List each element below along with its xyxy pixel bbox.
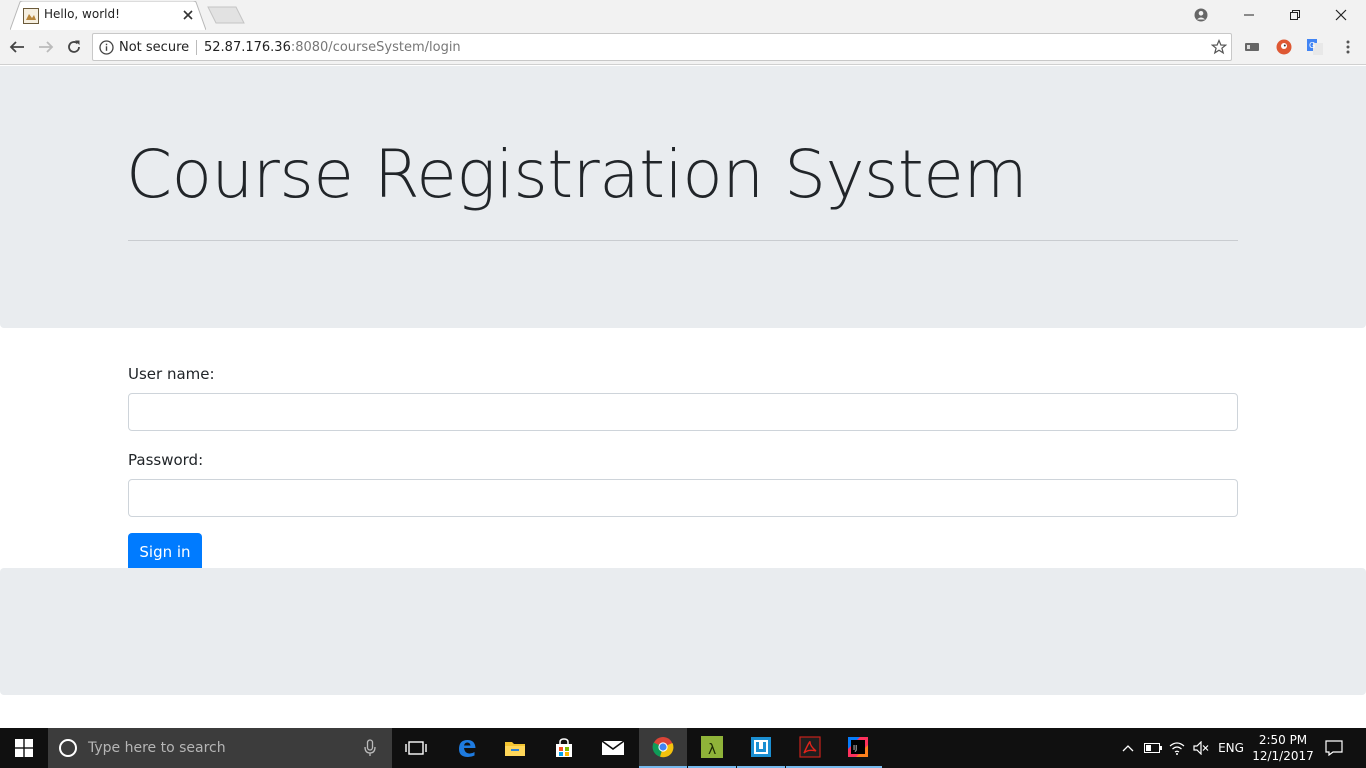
minimize-button[interactable] [1226,0,1272,30]
windows-start-button[interactable] [0,728,48,768]
reload-icon [68,40,80,53]
username-input[interactable] [128,393,1238,431]
username-label: User name: [128,365,215,383]
intellij-icon[interactable]: IJ [834,728,882,768]
url-text[interactable]: 52.87.176.36:8080/courseSystem/login [204,40,461,55]
footer-panel [0,568,1366,695]
profile-icon[interactable] [1178,0,1224,30]
action-center-icon[interactable] [1320,728,1348,768]
header-divider [128,240,1238,241]
clock-time: 2:50 PM [1258,733,1308,747]
password-input[interactable] [128,479,1238,517]
new-tab-button[interactable] [206,6,246,24]
bookmark-star-icon[interactable] [1211,39,1227,55]
language-indicator[interactable]: ENG [1214,728,1248,768]
chrome-icon[interactable] [639,728,687,768]
close-window-button[interactable] [1318,0,1364,30]
wifi-icon[interactable] [1166,728,1188,768]
sign-in-button[interactable]: Sign in [128,533,202,571]
language-text: ENG [1218,741,1244,755]
page-title: Course Registration System [126,136,1028,213]
omnibox-divider [196,40,197,55]
acrobat-icon[interactable] [786,728,834,768]
restore-button[interactable] [1272,0,1318,30]
info-icon[interactable] [99,40,114,55]
task-view-icon[interactable] [392,728,440,768]
taskbar-search[interactable]: Type here to search [48,728,392,768]
back-button[interactable] [6,36,28,58]
address-bar[interactable]: Not secure 52.87.176.36:8080/courseSyste… [92,33,1232,61]
mail-icon[interactable] [589,728,637,768]
microphone-icon[interactable] [364,739,376,757]
store-icon[interactable] [540,728,588,768]
battery-icon[interactable] [1142,728,1164,768]
taskbar: Type here to search λ IJ ENG 2:50 PM 12/… [0,728,1366,768]
clock-date: 12/1/2017 [1252,749,1314,763]
header-jumbotron: Course Registration System [0,66,1366,328]
tab-title: Hello, world! [44,7,120,21]
search-placeholder: Type here to search [88,740,226,756]
security-status[interactable]: Not secure [119,40,189,55]
reload-button[interactable] [63,36,85,58]
menu-icon[interactable] [1338,37,1358,57]
google-translate-icon[interactable]: G [1305,37,1325,57]
duckduckgo-icon[interactable] [1274,37,1294,57]
lambda-app-icon[interactable]: λ [688,728,736,768]
forward-button[interactable] [35,36,57,58]
cortana-icon [59,739,77,757]
password-label: Password: [128,451,204,469]
extension-icon[interactable] [1242,37,1262,57]
file-explorer-icon[interactable] [491,728,539,768]
url-host: 52.87.176.36 [204,40,291,55]
browser-titlebar: Hello, world! [0,0,1366,30]
back-arrow-icon [9,41,24,53]
svg-text:G: G [1309,41,1315,50]
close-tab-icon[interactable] [180,7,196,23]
show-hidden-icons-chevron-icon[interactable] [1118,728,1138,768]
url-path: :8080/courseSystem/login [290,40,461,55]
page-favicon-icon [23,8,39,24]
system-clock[interactable]: 2:50 PM 12/1/2017 [1248,732,1318,764]
svg-text:λ: λ [708,742,716,758]
edge-icon[interactable] [443,728,491,768]
browser-tab-active[interactable]: Hello, world! [10,1,206,30]
app-icon[interactable] [737,728,785,768]
browser-toolbar: Not secure 52.87.176.36:8080/courseSyste… [0,30,1366,65]
forward-arrow-icon [39,41,54,53]
svg-text:IJ: IJ [853,744,857,752]
windows-logo-icon [15,739,33,757]
volume-muted-icon[interactable] [1190,728,1212,768]
